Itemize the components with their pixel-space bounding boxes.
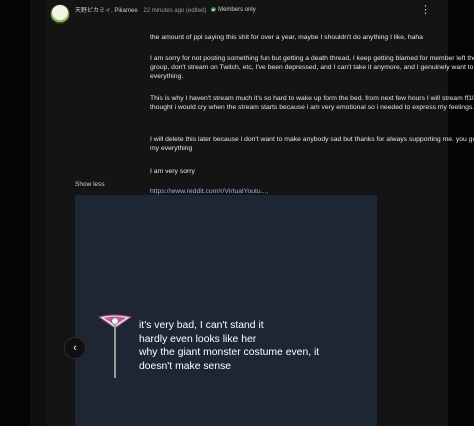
screenshot-frame: 天野ピカミィ. Pikamee 22 minutes ago (edited) … [0,0,474,426]
caption-line: doesn't make sense [139,360,232,372]
post-image[interactable] [75,195,377,426]
caption-line: why the giant monster costume even, it [139,347,320,359]
author-name[interactable]: 天野ピカミィ. Pikamee [75,8,138,14]
chevron-left-icon: ‹ [73,341,77,354]
members-check-icon [211,7,217,12]
post-paragraph: the amount of ppl saying this shit for o… [150,34,423,41]
post-paragraph: I will delete this later because i don't… [150,136,474,153]
members-only-label: Members only [218,6,256,13]
caption-line: hardly even looks like her [139,333,257,345]
post-paragraph: I am sorry for not posting something fun… [150,55,474,81]
more-vert-icon[interactable]: ⋮ [420,5,431,20]
left-edge [0,0,30,426]
previous-image-button[interactable]: ‹ [64,337,86,359]
post-paragraph: This is why I haven't stream much it's s… [150,95,474,112]
post-paragraph: I am very sorry [150,168,195,175]
caption-line: it's very bad, I can't stand it [139,320,264,331]
members-only-badge: Members only [211,7,256,13]
author-avatar[interactable] [50,4,70,24]
post-timestamp[interactable]: 22 minutes ago (edited) [143,8,206,14]
image-caption: it's very bad, I can't stand it hardly e… [139,319,374,373]
show-less-button[interactable]: Show less [75,181,105,188]
fan-handle [114,324,116,378]
post-meta: 天野ピカミィ. Pikamee 22 minutes ago (edited) … [75,5,256,15]
